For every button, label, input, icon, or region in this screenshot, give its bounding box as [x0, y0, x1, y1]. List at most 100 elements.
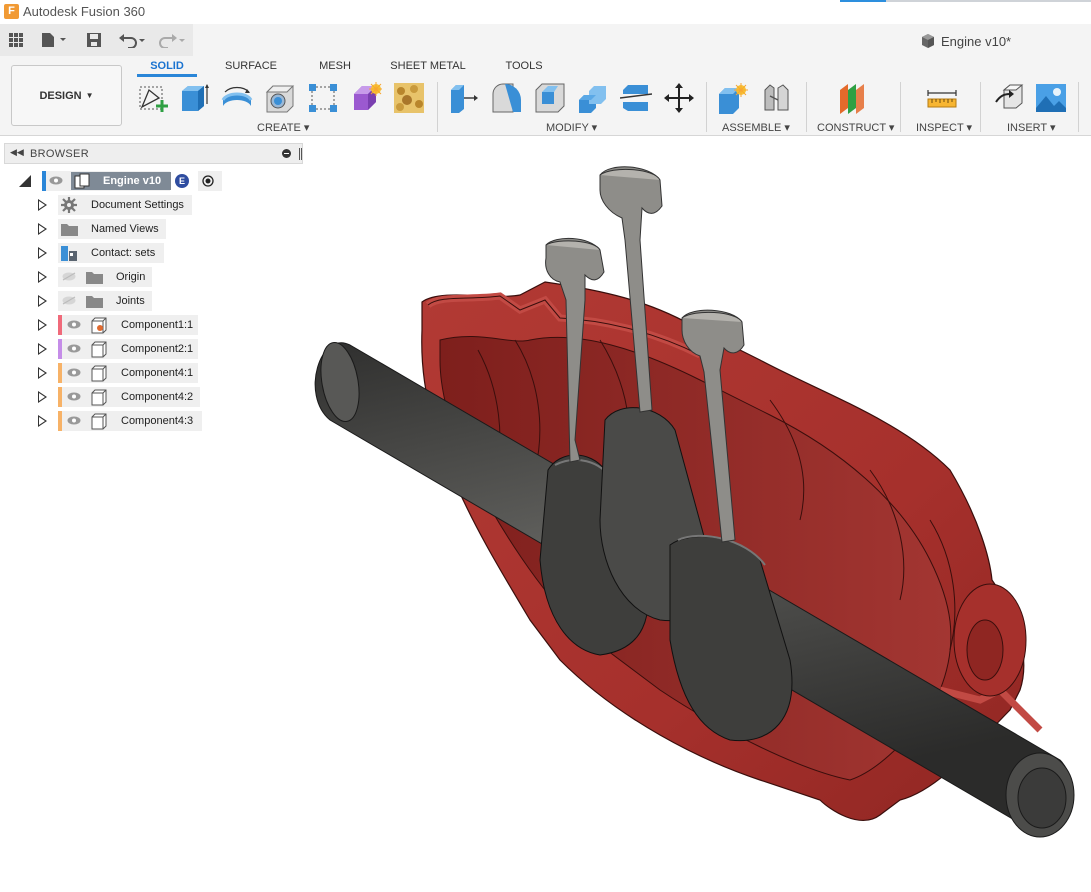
expand-arrow-icon[interactable] — [38, 319, 47, 331]
measure-icon — [927, 90, 957, 108]
hole-icon — [265, 85, 295, 113]
tab-sheet-metal[interactable]: SHEET METAL — [390, 59, 466, 77]
pattern-button[interactable] — [307, 82, 339, 114]
fillet-button[interactable] — [491, 82, 523, 114]
insert-derive-button[interactable] — [994, 82, 1026, 114]
redo-button[interactable] — [158, 30, 188, 50]
browser-item-component1-1[interactable]: Component1:1 — [0, 315, 210, 335]
item-label: Named Views — [91, 223, 159, 235]
construct-menu[interactable]: CONSTRUCT ▾ — [817, 121, 894, 134]
file-menu-button[interactable] — [40, 30, 68, 50]
minimize-panel-icon[interactable] — [282, 149, 291, 158]
browser-item-contact-sets[interactable]: Contact: sets — [0, 243, 200, 263]
modify-menu[interactable]: MODIFY ▾ — [546, 121, 597, 134]
expand-arrow-icon[interactable] — [38, 367, 47, 379]
expand-arrow-icon[interactable] — [38, 271, 47, 283]
activate-radio-icon[interactable] — [202, 175, 214, 187]
press-pull-button[interactable] — [448, 82, 480, 114]
browser-item-named-views[interactable]: Named Views — [0, 219, 200, 239]
eye-hidden-icon[interactable] — [62, 296, 76, 305]
browser-item-component4-2[interactable]: Component4:2 — [0, 387, 210, 407]
eye-icon[interactable] — [67, 416, 81, 425]
browser-item-component4-3[interactable]: Component4:3 — [0, 411, 210, 431]
document-tab[interactable]: Engine v10* — [920, 33, 1011, 49]
sketch-icon — [139, 86, 168, 112]
workspace-switcher[interactable]: DESIGN ▼ — [11, 65, 122, 126]
pattern-icon — [309, 84, 337, 112]
assemble-menu[interactable]: ASSEMBLE ▾ — [722, 121, 790, 134]
item-label: Contact: sets — [91, 247, 156, 259]
shell-button[interactable] — [534, 82, 566, 114]
tab-tools[interactable]: TOOLS — [503, 59, 545, 77]
browser-root-row[interactable]: Engine v10 E — [0, 171, 240, 191]
extrude-icon — [182, 84, 209, 111]
move-icon — [664, 83, 694, 113]
3d-viewport[interactable] — [303, 136, 1091, 892]
move-copy-button[interactable] — [663, 82, 695, 114]
engine-model[interactable] — [303, 136, 1091, 892]
combine-button[interactable] — [577, 82, 609, 114]
split-body-button[interactable] — [619, 82, 653, 114]
expand-arrow-icon[interactable] — [38, 391, 47, 403]
component-icon — [91, 413, 107, 430]
eye-icon[interactable] — [67, 392, 81, 401]
insert-menu[interactable]: INSERT ▾ — [1007, 121, 1056, 134]
expand-arrow-icon[interactable] — [38, 199, 47, 211]
tab-mesh[interactable]: MESH — [313, 59, 357, 77]
item-label: Component2:1 — [121, 343, 194, 355]
eye-hidden-icon[interactable] — [62, 272, 76, 281]
insert-derive-icon — [995, 84, 1024, 109]
expand-arrow-icon[interactable] — [38, 247, 47, 259]
insert-mesh-button[interactable] — [393, 82, 425, 114]
item-label: Origin — [116, 271, 146, 283]
shell-icon — [535, 83, 565, 113]
app-title: Autodesk Fusion 360 — [23, 4, 146, 19]
offset-plane-button[interactable] — [836, 82, 868, 114]
tab-surface[interactable]: SURFACE — [221, 59, 281, 77]
press-pull-icon — [451, 85, 478, 113]
panel-grip-icon[interactable] — [299, 148, 302, 160]
expand-arrow-icon[interactable] — [38, 295, 47, 307]
item-label: Component4:3 — [121, 415, 194, 427]
create-form-button[interactable] — [350, 82, 383, 114]
eye-icon[interactable] — [67, 344, 81, 353]
extrude-button[interactable] — [179, 82, 211, 114]
create-menu[interactable]: CREATE ▾ — [257, 121, 309, 134]
expand-arrow-icon[interactable] — [38, 343, 47, 355]
undo-button[interactable] — [118, 30, 148, 50]
ribbon-separator — [980, 82, 981, 132]
expand-arrow-icon[interactable] — [38, 223, 47, 235]
save-button[interactable] — [86, 30, 102, 50]
browser-item-component4-1[interactable]: Component4:1 — [0, 363, 210, 383]
form-icon — [354, 82, 383, 110]
workspace-label: DESIGN — [39, 89, 82, 102]
eye-icon[interactable] — [67, 320, 81, 329]
fusion-window: F Autodesk Fusion 360 Engine v10* DESIGN… — [0, 0, 1091, 892]
chevron-down-icon: ▼ — [85, 91, 94, 100]
browser-item-document-settings[interactable]: Document Settings — [0, 195, 200, 215]
gear-icon — [61, 197, 77, 213]
component-icon — [91, 317, 107, 334]
insert-canvas-button[interactable] — [1035, 82, 1067, 114]
inspect-menu[interactable]: INSPECT ▾ — [916, 121, 972, 134]
new-component-button[interactable] — [717, 82, 749, 114]
collapse-triangle-icon[interactable] — [19, 175, 31, 187]
browser-item-joints[interactable]: Joints — [0, 291, 200, 311]
measure-button[interactable] — [926, 82, 958, 114]
hole-button[interactable] — [264, 82, 296, 114]
item-label: Document Settings — [91, 199, 184, 211]
collapse-panel-icon[interactable]: ◀◀ — [10, 147, 24, 158]
create-sketch-button[interactable] — [137, 82, 169, 114]
browser-item-component2-1[interactable]: Component2:1 — [0, 339, 210, 359]
eye-icon[interactable] — [49, 176, 63, 185]
joint-button[interactable] — [760, 82, 792, 114]
tab-solid[interactable]: SOLID — [137, 59, 197, 77]
split-icon — [619, 85, 653, 111]
revolve-button[interactable] — [221, 82, 253, 114]
ribbon-separator — [437, 82, 438, 132]
data-panel-button[interactable] — [8, 30, 24, 50]
browser-item-origin[interactable]: Origin — [0, 267, 200, 287]
eye-icon[interactable] — [67, 368, 81, 377]
expand-arrow-icon[interactable] — [38, 415, 47, 427]
folder-icon — [86, 272, 103, 284]
